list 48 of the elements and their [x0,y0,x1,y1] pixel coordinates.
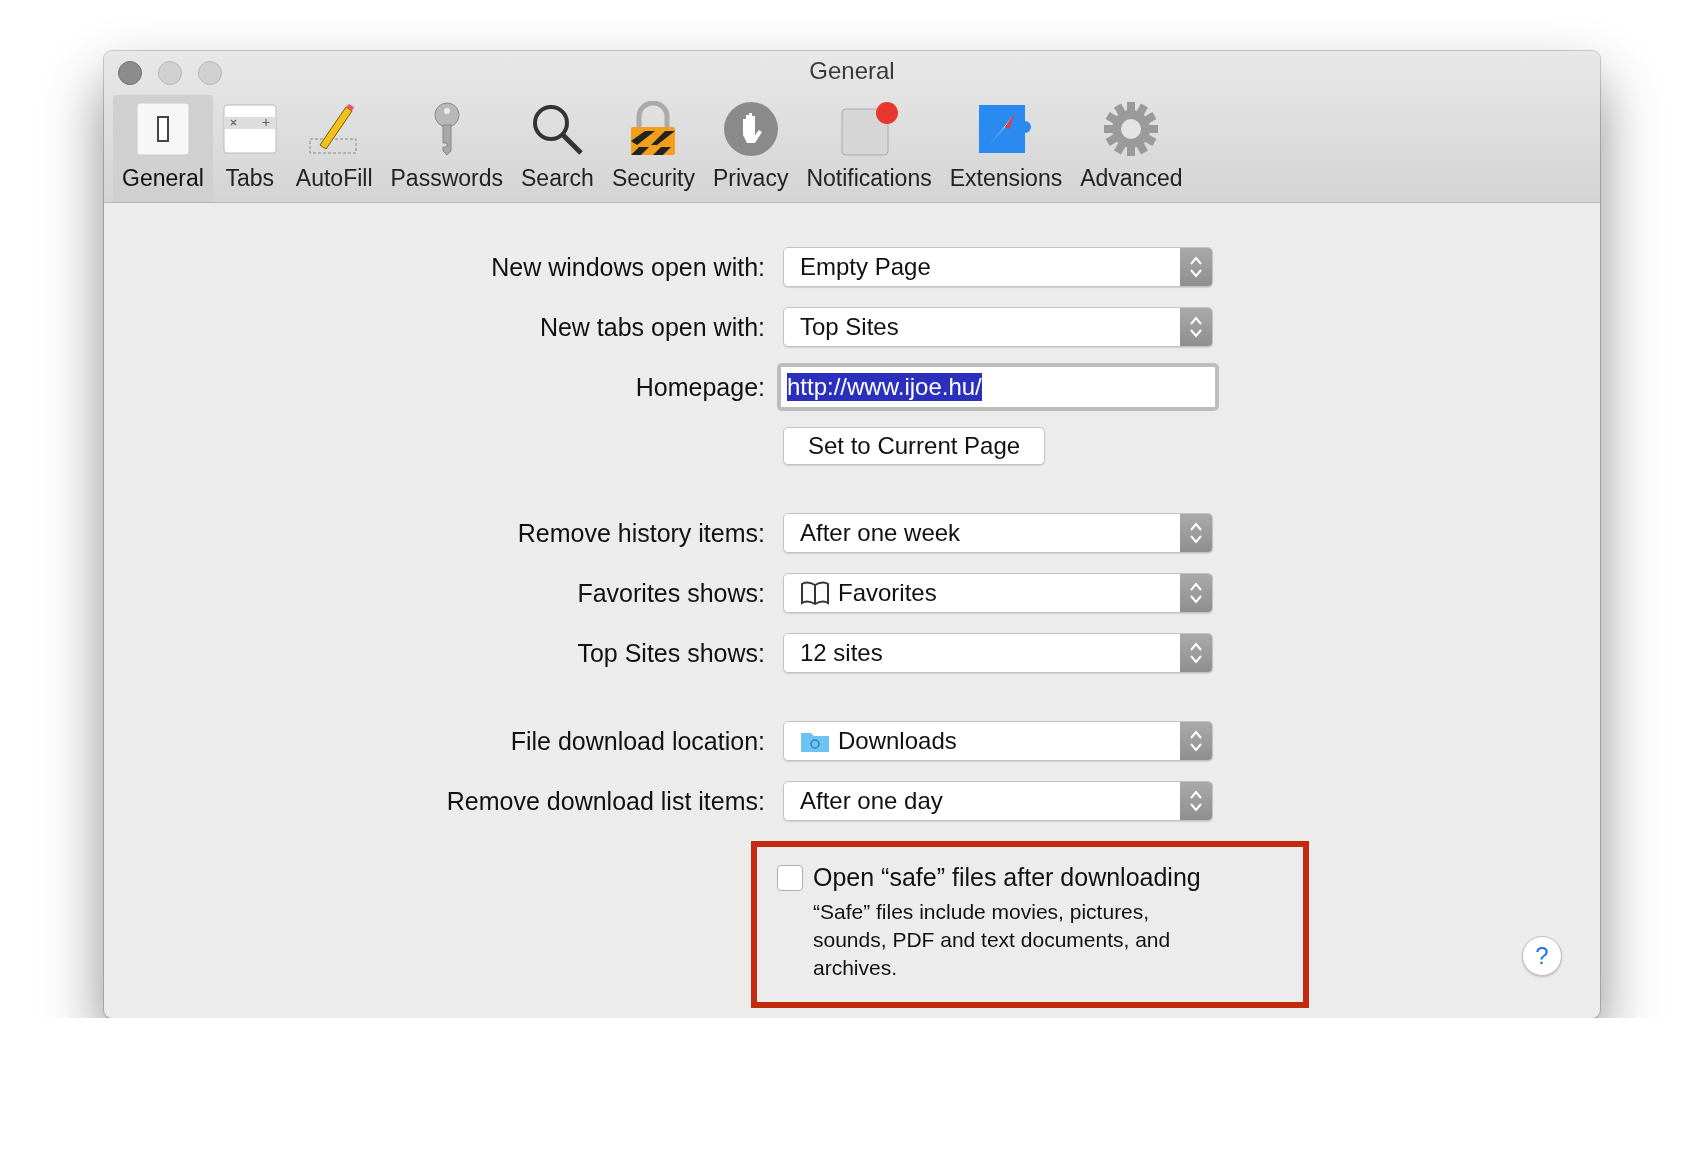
book-icon [800,581,830,605]
popup-menu[interactable]: 12 sites [783,633,1213,673]
window-title: General [809,57,895,85]
tabs-icon [221,101,278,157]
toolbar-tab[interactable]: Privacy [704,95,798,202]
hand-icon [722,101,779,157]
stepper-arrows-icon [1189,581,1203,605]
toolbar-tab[interactable]: Search [512,95,603,202]
popup-menu[interactable]: Top Sites [783,307,1213,347]
toolbar-tab[interactable]: Tabs [212,95,287,202]
popup-menu[interactable]: After one day [783,781,1213,821]
stepper-arrows-icon [1189,315,1203,339]
field-label: Remove download list items: [446,786,765,816]
toolbar-tab[interactable]: AutoFill [286,95,382,202]
field-label: Top Sites shows: [577,638,765,668]
field-label: File download location: [510,726,765,756]
stepper-arrows-icon [1189,521,1203,545]
toolbar-tab[interactable]: Security [602,95,704,202]
stepper-arrows-icon [1189,729,1203,753]
stepper-arrows-icon [1189,789,1203,813]
homepage-field[interactable]: http://www.ijoe.hu/ [777,363,1219,411]
switch-icon [134,101,191,157]
stepper-arrows-icon [1189,641,1203,665]
field-label: New tabs open with: [539,312,765,342]
close-button[interactable] [118,61,142,85]
gear-icon [1103,101,1160,157]
toolbar-tab[interactable]: Extensions [940,95,1072,202]
toolbar-tab[interactable]: General [113,95,213,202]
popup-menu[interactable]: Favorites [783,573,1213,613]
popup-menu[interactable]: Empty Page [783,247,1213,287]
toolbar-tab[interactable]: Advanced [1071,95,1192,202]
field-label: Favorites shows: [577,578,765,608]
set-current-page-button[interactable]: Set to Current Page [783,427,1046,465]
help-button[interactable]: ? [1522,936,1562,976]
zoom-button[interactable] [198,61,222,85]
stepper-arrows-icon [1189,255,1203,279]
field-label: Homepage: [635,372,765,402]
popup-menu[interactable]: After one week [783,513,1213,553]
checkbox-label: Open “safe” files after downloading [813,863,1201,892]
field-label: New windows open with: [491,252,765,282]
checkbox[interactable] [777,864,803,891]
help-note: “Safe” files include movies, pictures, sounds, PDF and text documents, and archives. [812,899,1172,981]
field-label: Remove history items: [517,518,765,548]
notification-badge-icon [839,101,900,157]
popup-menu[interactable]: Downloads [783,721,1213,761]
toolbar-tab[interactable]: Passwords [381,95,512,202]
toolbar-tab[interactable]: Notifications [797,95,941,202]
minimize-button[interactable] [158,61,182,85]
